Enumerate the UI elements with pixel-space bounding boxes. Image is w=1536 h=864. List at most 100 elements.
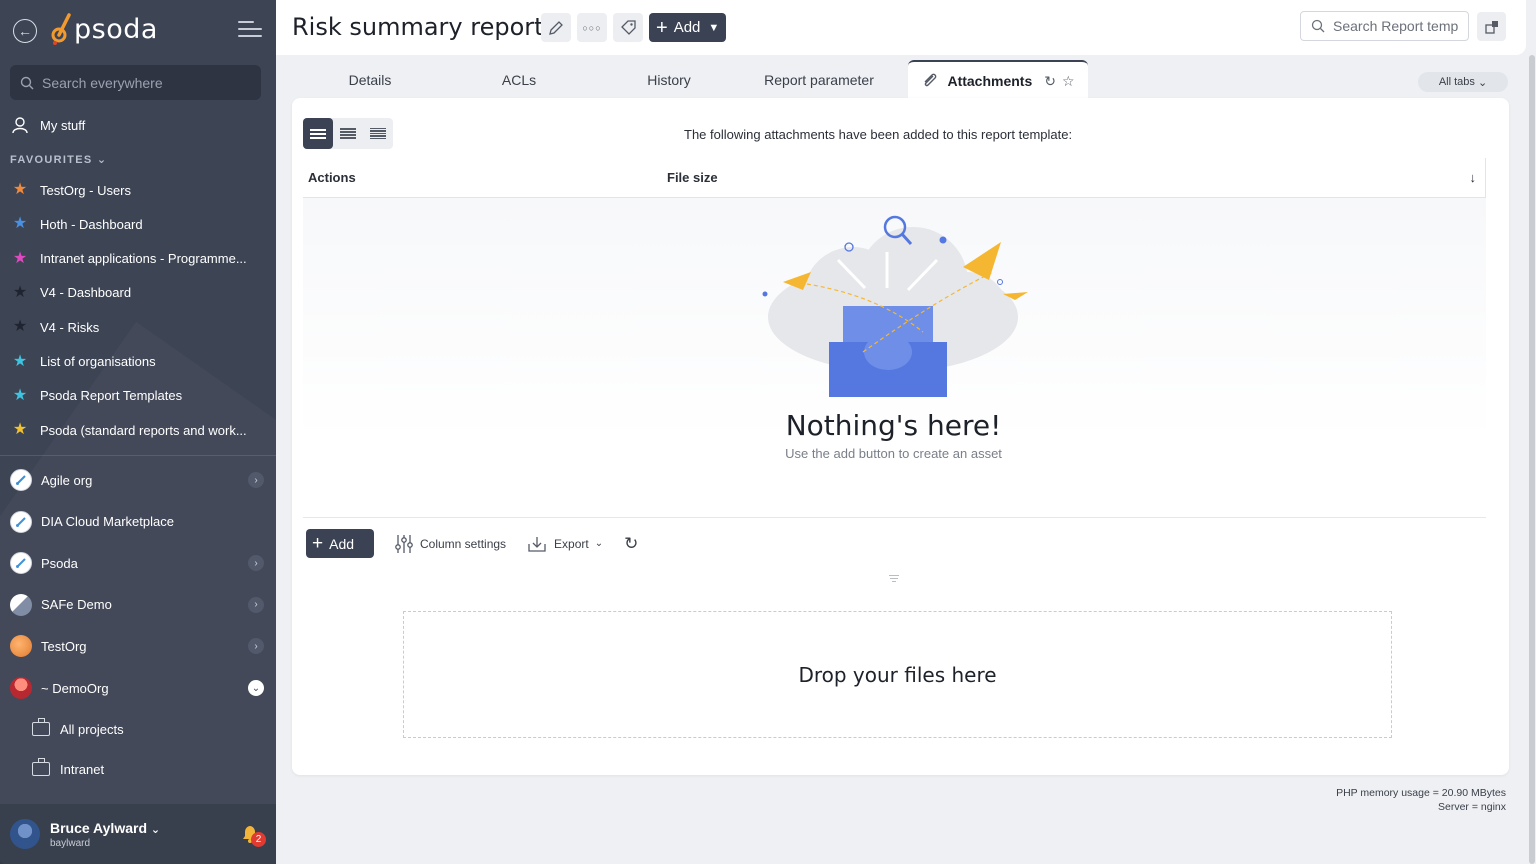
page-title: Risk summary report xyxy=(292,13,544,41)
org-logo-icon xyxy=(10,469,32,491)
tab-attachments[interactable]: Attachments ↻ ☆ xyxy=(908,60,1088,100)
refresh-icon: ↻ xyxy=(624,533,639,553)
chevron-down-icon: ⌄ xyxy=(96,154,108,166)
tab-acls[interactable]: ACLs xyxy=(444,60,594,100)
chevron-right-icon[interactable]: › xyxy=(248,638,264,655)
chevron-down-icon: ⌄ xyxy=(1477,76,1488,89)
column-header-actions[interactable]: Actions xyxy=(308,170,356,185)
tab-report-parameter[interactable]: Report parameter xyxy=(744,60,894,100)
org-item[interactable]: Psoda › xyxy=(0,543,276,583)
list-icon xyxy=(310,127,326,141)
sidebar-subitem-intranet[interactable]: Intranet xyxy=(0,751,276,787)
empty-state-title: Nothing's here! xyxy=(785,409,1002,442)
chevron-down-icon: ⌄ xyxy=(150,823,161,836)
toolbar-separator xyxy=(303,517,1486,518)
org-item[interactable]: TestOrg › xyxy=(0,626,276,666)
sidebar-subitem-all-projects[interactable]: All projects xyxy=(0,711,276,747)
search-everywhere-input[interactable] xyxy=(42,74,242,91)
refresh-button[interactable]: ↻ xyxy=(624,534,638,554)
server-info: PHP memory usage = 20.90 MBytes Server =… xyxy=(1336,786,1506,814)
sort-arrow-icon[interactable]: ↓ xyxy=(1470,170,1477,185)
view-comfortable-button[interactable] xyxy=(303,118,333,149)
org-logo-icon xyxy=(10,593,32,616)
favourite-label: TestOrg - Users xyxy=(40,182,132,198)
star-icon[interactable]: ☆ xyxy=(1062,73,1075,90)
tab-history[interactable]: History xyxy=(594,60,744,100)
edit-button[interactable] xyxy=(541,13,571,42)
org-label: TestOrg xyxy=(41,638,87,654)
favourite-item[interactable]: ★ Psoda Report Templates xyxy=(0,379,276,413)
sidebar-item-my-stuff[interactable]: My stuff xyxy=(0,108,276,142)
more-options-button[interactable]: ○○○ xyxy=(577,13,607,42)
report-search[interactable] xyxy=(1300,11,1469,41)
org-item[interactable]: DIA Cloud Marketplace xyxy=(0,502,276,542)
resize-grip-icon[interactable] xyxy=(889,573,899,584)
favourite-item[interactable]: ★ Intranet applications - Programme... xyxy=(0,242,276,276)
refresh-icon[interactable]: ↻ xyxy=(1044,73,1056,90)
chevron-down-icon: ⌄ xyxy=(594,538,604,549)
logo-text: psoda xyxy=(74,13,158,45)
user-icon xyxy=(11,116,29,134)
view-dense-button[interactable] xyxy=(363,118,393,149)
sidebar: ← psoda My stuff FAVOURITES ⌄ ★ TestOrg -… xyxy=(0,0,276,864)
tab-details[interactable]: Details xyxy=(296,60,444,100)
list-compact-icon xyxy=(340,127,356,140)
chevron-right-icon[interactable]: › xyxy=(248,472,264,488)
tab-bar: Details ACLs History Report parameter At… xyxy=(296,60,1508,100)
all-tabs-dropdown[interactable]: All tabs ⌄ xyxy=(1418,72,1508,92)
org-logo-icon xyxy=(10,677,32,699)
report-search-input[interactable] xyxy=(1333,18,1461,34)
user-menu[interactable]: Bruce Aylward ⌄ baylward 2 xyxy=(0,804,276,864)
column-header-file-size[interactable]: File size xyxy=(667,170,718,185)
page-scrollbar[interactable] xyxy=(1528,55,1536,864)
star-icon: ★ xyxy=(12,249,28,267)
search-icon xyxy=(20,76,34,89)
view-compact-button[interactable] xyxy=(333,118,363,149)
download-icon xyxy=(528,536,546,552)
export-dropdown-button[interactable]: Export ⌄ xyxy=(527,535,603,553)
tag-button[interactable] xyxy=(613,13,643,42)
collapse-sidebar-icon[interactable] xyxy=(238,21,262,39)
chevron-down-icon[interactable]: ⌄ xyxy=(248,680,264,696)
add-dropdown-button[interactable]: + Add ▼ xyxy=(649,13,726,42)
chevron-right-icon[interactable]: › xyxy=(248,596,264,613)
org-item[interactable]: ~ DemoOrg ⌄ xyxy=(0,668,276,708)
user-name: Bruce Aylward ⌄ xyxy=(50,819,161,836)
favourite-item[interactable]: ★ V4 - Dashboard xyxy=(0,276,276,310)
file-dropzone[interactable]: Drop your files here xyxy=(403,611,1392,738)
logo[interactable]: psoda xyxy=(50,12,158,46)
empty-inbox-illustration xyxy=(762,215,1028,397)
table-header: Actions File size ↓ xyxy=(303,158,1486,198)
org-item[interactable]: Agile org › xyxy=(0,460,276,500)
org-item[interactable]: SAFe Demo › xyxy=(0,585,276,625)
notifications-bell-icon[interactable]: 2 xyxy=(240,824,266,847)
back-icon[interactable]: ← xyxy=(13,19,37,43)
favourite-item[interactable]: ★ Psoda (standard reports and work... xyxy=(0,413,276,447)
tag-icon xyxy=(621,19,636,35)
favourite-label: Psoda (standard reports and work... xyxy=(40,422,247,438)
sidebar-search[interactable] xyxy=(10,65,261,100)
add-attachment-button[interactable]: + Add xyxy=(306,529,374,558)
attachments-intro: The following attachments have been adde… xyxy=(684,127,1073,142)
memory-usage: PHP memory usage = 20.90 MBytes xyxy=(1336,787,1506,799)
chevron-right-icon[interactable]: › xyxy=(248,555,264,572)
favourite-item[interactable]: ★ TestOrg - Users xyxy=(0,173,276,207)
pop-out-button[interactable] xyxy=(1477,12,1506,41)
user-login: baylward xyxy=(50,837,91,849)
column-settings-button[interactable]: Column settings xyxy=(395,534,506,554)
org-logo-icon xyxy=(10,635,32,658)
plus-icon: + xyxy=(656,16,668,39)
paperclip-icon xyxy=(924,73,937,87)
star-icon: ★ xyxy=(12,352,28,370)
star-icon: ★ xyxy=(12,215,28,233)
avatar xyxy=(10,819,40,849)
briefcase-icon xyxy=(32,758,50,776)
favourites-heading[interactable]: FAVOURITES ⌄ xyxy=(10,153,107,166)
org-label: Psoda xyxy=(41,555,78,571)
sidebar-header: ← psoda xyxy=(0,10,276,54)
favourite-item[interactable]: ★ Hoth - Dashboard xyxy=(0,207,276,241)
favourite-item[interactable]: ★ List of organisations xyxy=(0,345,276,379)
sidebar-divider xyxy=(0,455,276,456)
favourite-item[interactable]: ★ V4 - Risks xyxy=(0,310,276,344)
star-icon: ★ xyxy=(12,421,28,439)
